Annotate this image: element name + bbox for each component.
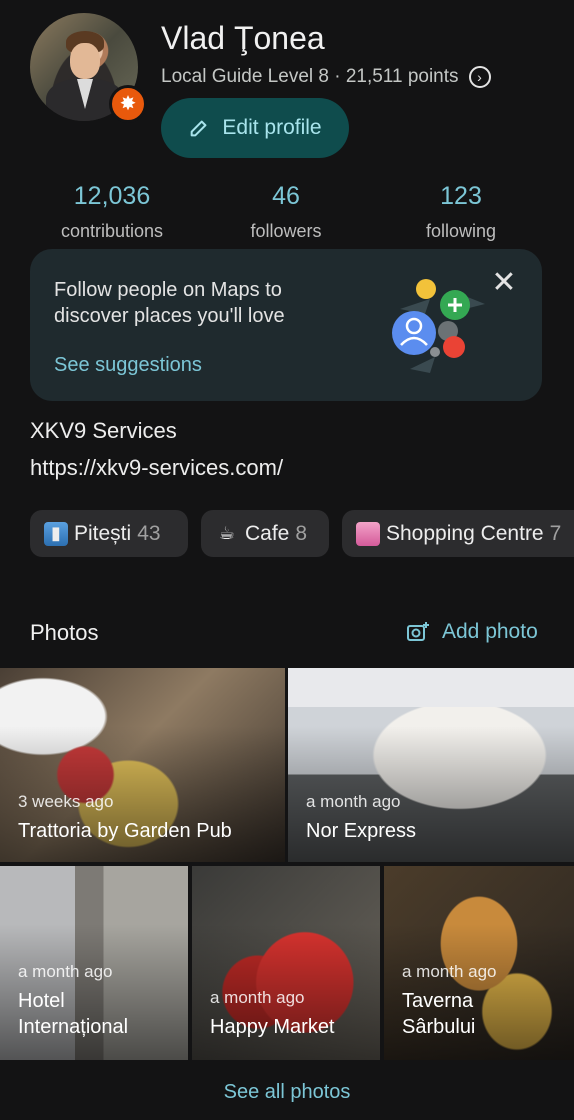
add-photo-icon	[407, 622, 429, 641]
stat-value: 46	[272, 182, 300, 210]
photo-tile[interactable]: a month ago Taverna Sârbului	[384, 866, 574, 1060]
coffee-icon: ☕	[218, 523, 236, 543]
photos-heading: Photos	[30, 620, 99, 645]
chip-pitesti[interactable]: ▮ Pitești 43	[30, 510, 188, 557]
photo-tile[interactable]: a month ago Happy Market	[192, 866, 380, 1060]
people-illustration-icon	[392, 279, 485, 373]
see-suggestions-link[interactable]: See suggestions	[54, 354, 202, 377]
stat-followers[interactable]: 46 followers	[201, 182, 371, 242]
shopping-bag-icon	[356, 521, 380, 546]
photo-age: 3 weeks ago	[18, 792, 114, 811]
see-all-photos-link[interactable]: See all photos	[0, 1081, 574, 1104]
website-link[interactable]: https://xkv9-services.com/	[30, 455, 283, 481]
profile-name: Vlad Ţonea	[161, 20, 325, 56]
business-name: XKV9 Services	[30, 418, 177, 443]
chip-label: Pitești	[74, 521, 132, 545]
chevron-right-icon: ›	[468, 66, 491, 88]
stat-label: contributions	[60, 221, 164, 241]
chip-label: Cafe	[245, 521, 290, 545]
pencil-icon	[191, 120, 207, 137]
stat-value: 123	[440, 182, 482, 210]
photo-tile[interactable]: a month ago Hotel Internațional	[0, 866, 188, 1060]
photo-title: Nor Express	[306, 820, 417, 842]
photo-tile[interactable]: 3 weeks ago Trattoria by Garden Pub	[0, 668, 285, 862]
photo-age: a month ago	[402, 962, 497, 981]
chip-count: 7	[549, 521, 562, 545]
photo-age: a month ago	[210, 988, 305, 1007]
suggestion-message: Follow people on Maps to discover places…	[54, 279, 285, 327]
chip-label: Shopping Centre	[386, 521, 544, 545]
level-text: Local Guide Level 8 · 21,511 points	[161, 66, 459, 87]
photo-title: Taverna Sârbului	[402, 990, 476, 1038]
local-guide-badge-icon: ✸	[109, 85, 147, 123]
chip-count: 43	[137, 521, 161, 545]
photo-age: a month ago	[306, 792, 401, 811]
add-photo-button[interactable]: Add photo	[406, 620, 538, 644]
chip-cafe[interactable]: ☕ Cafe 8	[201, 510, 329, 557]
stat-contributions[interactable]: 12,036 contributions	[27, 182, 197, 242]
stat-label: following	[425, 221, 497, 241]
stat-following[interactable]: 123 following	[376, 182, 546, 242]
photo-title: Hotel Internațional	[18, 990, 129, 1038]
city-icon: ▮	[44, 521, 68, 546]
add-photo-label: Add photo	[442, 620, 538, 643]
stat-value: 12,036	[73, 182, 151, 210]
stat-label: followers	[250, 221, 322, 241]
photo-title: Happy Market	[210, 1016, 335, 1038]
photo-tile[interactable]: a month ago Nor Express	[288, 668, 574, 862]
photo-title: Trattoria by Garden Pub	[18, 820, 232, 842]
local-guide-level[interactable]: Local Guide Level 8 · 21,511 points ›	[161, 66, 491, 88]
photo-age: a month ago	[18, 962, 113, 981]
close-icon[interactable]: ✕	[490, 268, 518, 298]
chip-count: 8	[295, 521, 308, 545]
edit-profile-button[interactable]: Edit profile	[161, 98, 349, 158]
follow-suggestion-card: Follow people on Maps to discover places…	[30, 249, 542, 401]
edit-profile-label: Edit profile	[222, 116, 322, 139]
chip-shopping-centre[interactable]: Shopping Centre 7	[342, 510, 574, 557]
